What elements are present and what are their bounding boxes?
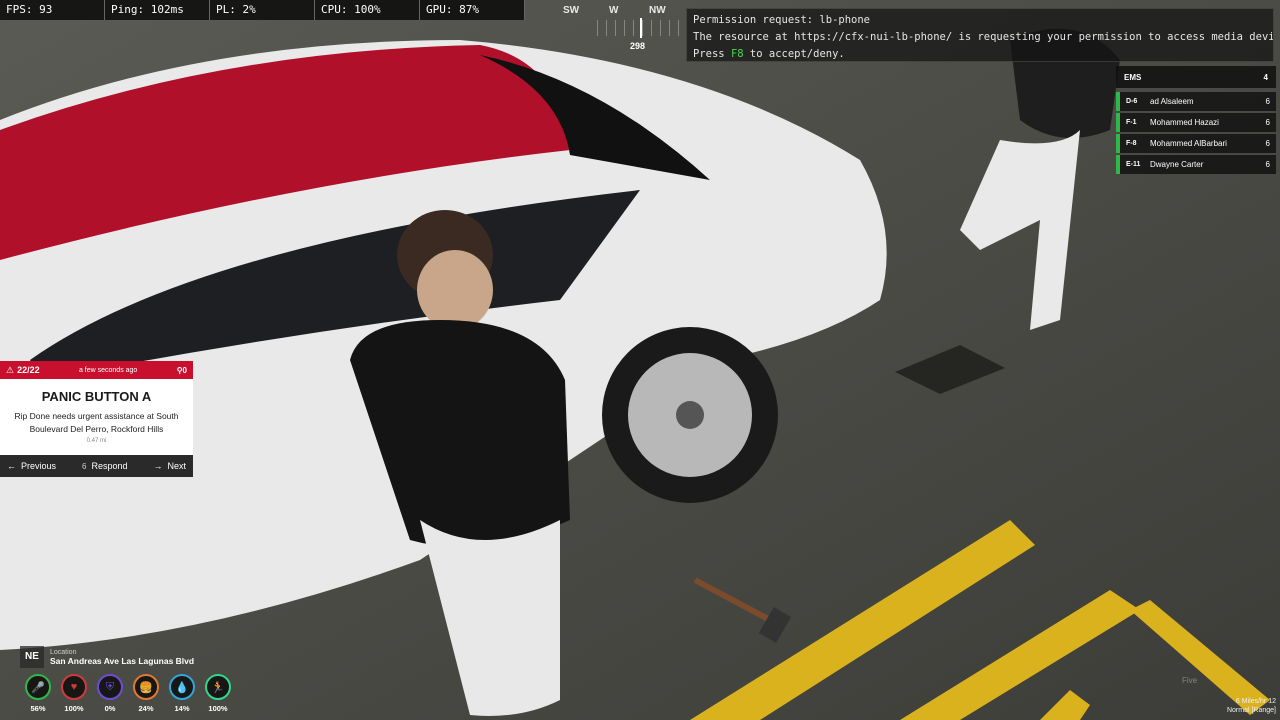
- arrow-left-icon: ←: [7, 461, 16, 471]
- ems-roster-panel: EMS 4 D-6 ad Alsaleem 6 F-1 Mohammed Haz…: [1116, 66, 1276, 176]
- ems-title: EMS: [1124, 72, 1142, 82]
- compass-nw: NW: [649, 5, 666, 16]
- ems-member-name: Mohammed AlBarbari: [1150, 139, 1227, 148]
- health-value: 100%: [64, 704, 84, 713]
- permission-message: The resource at https://cfx-nui-lb-phone…: [693, 31, 1274, 43]
- alert-distance: 0.47 mi: [86, 438, 107, 444]
- previous-label: Previous: [21, 461, 57, 471]
- ping-readout: Ping: 102ms: [105, 0, 210, 20]
- ems-member-row: D-6 ad Alsaleem 6: [1116, 92, 1276, 111]
- gpu-readout: GPU: 87%: [420, 0, 525, 20]
- armor-value: 0%: [104, 704, 116, 713]
- permission-accept-text: to accept/deny.: [743, 48, 845, 60]
- watermark: Five: [1182, 676, 1198, 685]
- ems-roster-header: EMS 4: [1116, 66, 1276, 88]
- respond-button[interactable]: 6 Respond: [82, 461, 127, 471]
- performance-bar: FPS: 93 Ping: 102ms PL: 2% CPU: 100% GPU…: [0, 0, 525, 20]
- alert-icon: ⚠: [6, 364, 15, 375]
- permission-instruction: Press F8 to accept/deny.: [693, 46, 1267, 61]
- ems-member-row: E-11 Dwayne Carter 6: [1116, 155, 1276, 174]
- stamina-value: 100%: [208, 704, 228, 713]
- compass-sw: SW: [563, 5, 580, 16]
- health-status: ♥ 100%: [56, 674, 92, 713]
- ems-member-name: Mohammed Hazazi: [1150, 118, 1219, 127]
- next-label: Next: [167, 461, 186, 471]
- permission-request-box: Permission request: lb-phone The resourc…: [686, 8, 1274, 62]
- next-button[interactable]: → Next: [153, 461, 186, 471]
- alert-actions: ← Previous 6 Respond → Next: [0, 455, 193, 477]
- armor-icon: ⛨: [97, 674, 123, 700]
- voice-icon: 🎤: [25, 674, 51, 700]
- alert-marker-count: 0: [182, 365, 187, 375]
- vehicle-info-line2: Normal [Range]: [1226, 707, 1276, 714]
- alert-title: PANIC BUTTON A: [41, 389, 152, 404]
- stamina-icon: 🏃: [205, 674, 231, 700]
- vehicle-info: 6 Miles/hr 12 Normal [Range]: [1227, 697, 1276, 715]
- alert-time: a few seconds ago: [78, 366, 138, 374]
- compass: SW W NW 298: [555, 0, 687, 55]
- ems-callsign: F-8: [1126, 140, 1137, 147]
- permission-title: Permission request: lb-phone: [693, 14, 871, 26]
- stamina-status: 🏃 100%: [200, 674, 236, 713]
- respond-label: Respond: [91, 461, 128, 471]
- permission-key[interactable]: F8: [731, 48, 744, 60]
- thirst-status: 💧 14%: [164, 674, 200, 713]
- alert-counter: 22/22: [17, 365, 40, 375]
- ems-member-number: 6: [1265, 97, 1270, 106]
- compass-needle: [640, 18, 642, 38]
- thirst-icon: 💧: [169, 674, 195, 700]
- location-label: Location: [50, 648, 77, 656]
- location-display: NE Location San Andreas Ave Las Lagunas …: [20, 646, 194, 668]
- vehicle-info-line1: 6 Miles/hr 12: [1235, 698, 1276, 705]
- packet-loss-readout: PL: 2%: [210, 0, 315, 20]
- armor-status: ⛨ 0%: [92, 674, 128, 713]
- game-scene: [0, 0, 1280, 720]
- arrow-right-icon: →: [153, 461, 163, 471]
- compass-w: W: [609, 5, 619, 16]
- ems-member-number: 6: [1265, 118, 1270, 127]
- thirst-value: 14%: [174, 704, 190, 713]
- cpu-readout: CPU: 100%: [315, 0, 420, 20]
- dispatch-alert-card: ⚠ 22/22 a few seconds ago ⚲0 PANIC BUTTO…: [0, 361, 193, 477]
- ems-callsign: D-6: [1126, 98, 1138, 105]
- ems-callsign: E-11: [1126, 161, 1141, 168]
- status-hud: 🎤 56% ♥ 100% ⛨ 0% 🍔 24% 💧 14% 🏃 100%: [20, 674, 236, 713]
- ems-member-number: 6: [1265, 139, 1270, 148]
- respond-key: 6: [82, 461, 87, 471]
- hunger-value: 24%: [138, 704, 154, 713]
- alert-marker-icon: ⚲0: [176, 365, 187, 375]
- location-street: San Andreas Ave Las Lagunas Blvd: [50, 655, 195, 666]
- voice-value: 56%: [30, 704, 46, 713]
- health-icon: ♥: [61, 674, 87, 700]
- voice-status: 🎤 56%: [20, 674, 56, 713]
- fps-readout: FPS: 93: [0, 0, 105, 20]
- permission-press-text: Press: [693, 48, 731, 60]
- ems-member-name: ad Alsaleem: [1150, 97, 1194, 106]
- ems-member-number: 6: [1265, 160, 1270, 169]
- hunger-status: 🍔 24%: [128, 674, 164, 713]
- ems-member-row: F-1 Mohammed Hazazi 6: [1116, 113, 1276, 132]
- ems-count: 4: [1263, 72, 1268, 82]
- compass-ticks: [597, 20, 687, 36]
- ems-callsign: F-1: [1126, 119, 1137, 126]
- previous-button[interactable]: ← Previous: [7, 461, 56, 471]
- compass-heading: 298: [630, 41, 646, 51]
- alert-header: ⚠ 22/22 a few seconds ago ⚲0: [0, 361, 193, 379]
- location-text: Location San Andreas Ave Las Lagunas Blv…: [50, 649, 194, 666]
- ems-member-row: F-8 Mohammed AlBarbari 6: [1116, 134, 1276, 153]
- ems-member-name: Dwayne Carter: [1150, 160, 1204, 169]
- alert-description: Rip Done needs urgent assistance at Sout…: [14, 411, 179, 434]
- heading-direction: NE: [20, 646, 44, 668]
- hunger-icon: 🍔: [133, 674, 159, 700]
